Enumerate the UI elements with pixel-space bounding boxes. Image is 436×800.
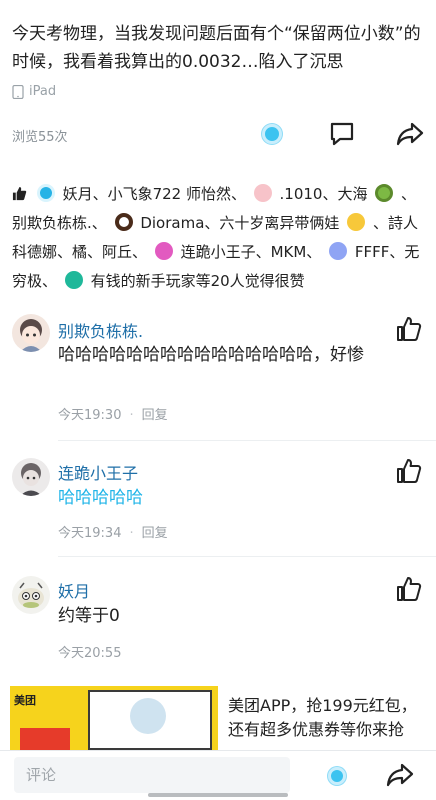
ad-brand-label: 美团 <box>14 694 36 707</box>
thumbs-up-icon <box>12 186 27 201</box>
avatar[interactable] <box>12 314 50 352</box>
post-card: 今天考物理，当我发现问题后面有个“保留两位小数”的时候，我看着我算出的0.003… <box>0 0 436 680</box>
comment-meta: 今天19:30 · 回复 <box>58 408 168 423</box>
device-label: iPad <box>29 84 57 99</box>
divider <box>58 440 436 441</box>
ad-text[interactable]: 美团APP，抢199元红包，还有超多优惠券等你来抢 <box>228 694 424 742</box>
like-button[interactable] <box>396 316 422 342</box>
comment-input[interactable] <box>14 757 290 793</box>
likes-names-6: 连跪小王子、MKM、 <box>180 243 322 261</box>
avocado-icon <box>375 184 394 202</box>
ad-product-icon <box>130 698 166 734</box>
home-indicator[interactable] <box>148 793 288 797</box>
share-icon <box>386 763 414 787</box>
comment-time: 今天20:55 <box>58 646 122 661</box>
comment-meta: 今天20:55 <box>58 642 121 661</box>
comment-text: 哈哈哈哈哈哈哈哈哈哈哈哈哈哈哈，好惨 <box>58 345 364 365</box>
comment-button[interactable] <box>328 120 356 148</box>
thumbs-up-icon <box>397 577 422 601</box>
share-button[interactable] <box>386 761 414 789</box>
avatar-lianguixiaowangzi-small <box>154 242 173 260</box>
avatar-mkm-small <box>329 242 348 260</box>
avatar-yaoyue-small <box>36 184 55 202</box>
avatar-youqian-small <box>64 271 83 289</box>
ad-banner[interactable]: 美团 美团APP，抢199元红包，还有超多优惠券等你来抢 <box>0 680 436 750</box>
share-icon <box>396 122 424 146</box>
coin-icon <box>328 767 346 785</box>
post-text: 今天考物理，当我发现问题后面有个“保留两位小数”的时候，我看着我算出的0.003… <box>12 24 421 72</box>
ad-image[interactable]: 美团 <box>10 686 218 750</box>
comment-time: 今天19:34 <box>58 526 122 541</box>
coin-icon <box>262 124 282 144</box>
avatar-1010-small <box>253 184 272 202</box>
likes-names-2: .1010、大海 <box>279 185 368 203</box>
comment-time: 今天19:30 <box>58 408 122 423</box>
avatar-diorama-small <box>114 213 133 231</box>
share-button[interactable] <box>396 120 424 148</box>
divider <box>58 556 436 557</box>
avatar[interactable] <box>12 576 50 614</box>
thumbs-up-icon <box>397 459 422 483</box>
reward-button[interactable] <box>260 122 284 146</box>
commenter-name[interactable]: 妖月 <box>58 578 90 602</box>
comment-text: 哈哈哈哈哈 <box>58 488 143 508</box>
comment-icon <box>330 122 354 146</box>
reply-button[interactable]: 回复 <box>142 526 168 541</box>
likes-names-8: 有钱的新手玩家等20人觉得很赞 <box>90 272 305 290</box>
thumbs-up-icon <box>397 317 422 341</box>
likes-list: 妖月、小飞象722 师怡然、 .1010、大海 、别欺负栋栋.、 Diorama… <box>12 180 424 296</box>
like-button[interactable] <box>396 576 422 602</box>
device-source: iPad <box>12 84 56 99</box>
likes-names-4: Diorama、六十岁离异带俩娃 <box>140 214 340 232</box>
comment-meta: 今天19:34 · 回复 <box>58 526 168 541</box>
like-button[interactable] <box>396 458 422 484</box>
commenter-name[interactable]: 别欺负栋栋. <box>58 318 143 342</box>
tablet-icon <box>12 84 24 99</box>
commenter-name[interactable]: 连跪小王子 <box>58 460 138 484</box>
reply-button[interactable]: 回复 <box>142 408 168 423</box>
avatar[interactable] <box>12 458 50 496</box>
view-count: 浏览55次 <box>12 130 68 145</box>
ad-red-block <box>20 728 70 750</box>
eyeroll-emoji-icon <box>347 213 366 231</box>
likes-names-1: 妖月、小飞象722 师怡然、 <box>62 185 246 203</box>
comment-text: 约等于0 <box>58 606 120 626</box>
reward-button[interactable] <box>326 765 348 787</box>
